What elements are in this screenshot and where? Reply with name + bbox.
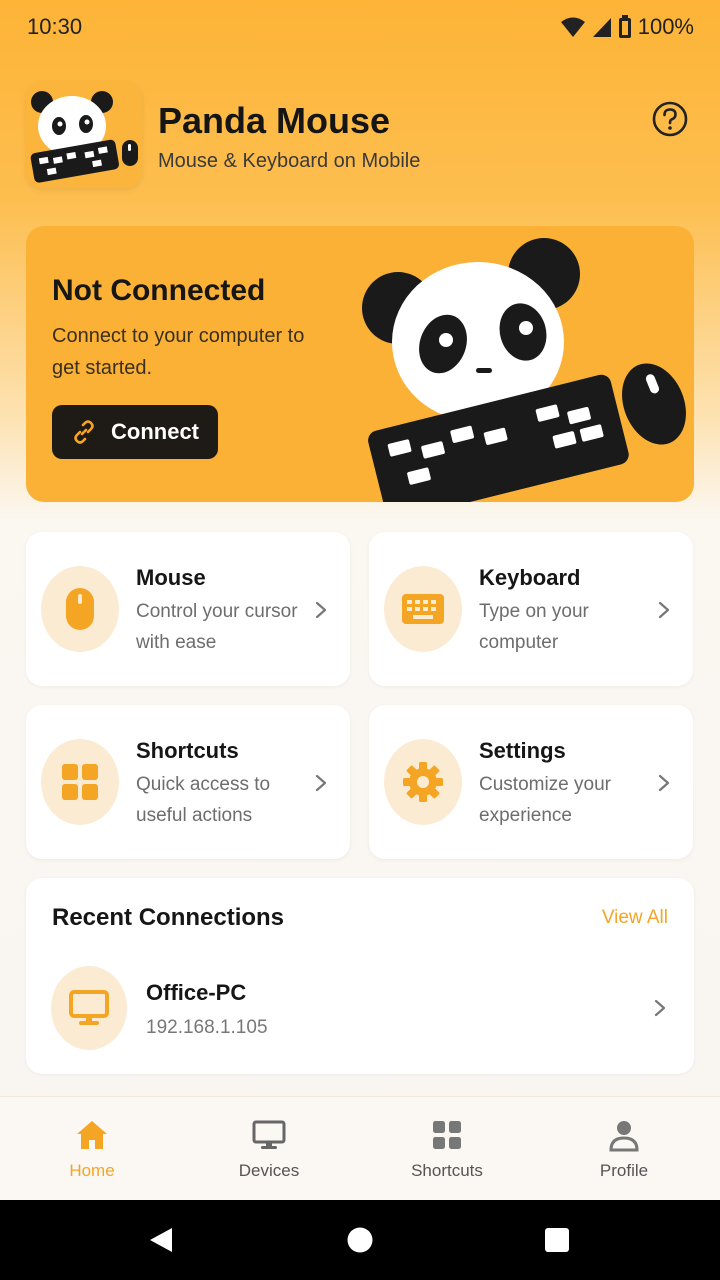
chevron-right-icon [315, 601, 327, 619]
mouse-card-title: Mouse [136, 565, 206, 590]
settings-card-desc: Customize your experience [479, 774, 611, 826]
nav-shortcuts[interactable]: Shortcuts [357, 1097, 537, 1201]
device-name: Office-PC [146, 980, 247, 1005]
nav-profile-label: Profile [599, 1161, 649, 1180]
app-title: Panda Mouse [158, 100, 391, 141]
keyboard-icon [402, 594, 444, 624]
monitor-icon [69, 990, 109, 1025]
profile-icon [609, 1121, 639, 1152]
chevron-right-icon [658, 601, 670, 619]
grid-icon [62, 764, 98, 800]
mouse-icon [66, 588, 94, 630]
bottom-nav: Home Devices Shortcuts Profile [0, 1096, 720, 1201]
nav-devices[interactable]: Devices [179, 1097, 359, 1201]
status-time: 10:30 [27, 14, 83, 39]
keyboard-card-desc: Type on your computer [479, 601, 589, 653]
app-subtitle: Mouse & Keyboard on Mobile [158, 150, 421, 172]
link-icon [74, 420, 94, 444]
nav-home-label: Home [69, 1161, 115, 1180]
shortcuts-card-title: Shortcuts [136, 738, 239, 763]
shortcuts-card-desc: Quick access to useful actions [136, 774, 271, 826]
signal-icon [592, 18, 611, 37]
home-circle-icon[interactable] [347, 1227, 373, 1253]
keyboard-card[interactable]: Keyboard Type on your computer [369, 532, 693, 686]
nav-shortcuts-label: Shortcuts [411, 1161, 483, 1180]
gear-icon [403, 762, 443, 802]
battery-percent: 100% [637, 14, 694, 39]
chevron-right-icon [654, 999, 666, 1017]
status-icons: 100% [560, 14, 694, 40]
home-icon [77, 1121, 107, 1149]
chevron-right-icon [658, 774, 670, 792]
battery-icon [618, 15, 631, 38]
view-all-link[interactable]: View All [602, 907, 668, 929]
nav-home[interactable]: Home [2, 1097, 182, 1201]
keyboard-card-title: Keyboard [479, 565, 581, 590]
chevron-right-icon [315, 774, 327, 792]
back-icon[interactable] [148, 1226, 174, 1254]
connection-status-card: Not Connected Connect to your computer t… [26, 226, 694, 502]
panda-illustration [362, 238, 686, 502]
mouse-card-desc: Control your cursor with ease [136, 601, 298, 653]
connect-button[interactable]: Connect [52, 405, 218, 459]
nav-profile[interactable]: Profile [534, 1097, 714, 1201]
settings-card[interactable]: Settings Customize your experience [369, 705, 693, 859]
device-ip: 192.168.1.105 [146, 1017, 268, 1038]
nav-devices-label: Devices [238, 1161, 300, 1180]
grid-icon [433, 1121, 461, 1149]
connection-status-title: Not Connected [52, 274, 266, 307]
monitor-icon [252, 1120, 286, 1149]
connect-label: Connect [111, 419, 199, 444]
recents-icon[interactable] [544, 1227, 570, 1253]
recent-connections-card: Recent Connections View All Office-PC 19… [26, 878, 694, 1074]
connection-status-text: Connect to your computer to get started. [52, 325, 305, 379]
shortcuts-card[interactable]: Shortcuts Quick access to useful actions [26, 705, 350, 859]
app-logo [26, 82, 142, 188]
mouse-card[interactable]: Mouse Control your cursor with ease [26, 532, 350, 686]
help-icon[interactable] [651, 100, 689, 138]
settings-card-title: Settings [479, 738, 566, 763]
recent-connections-title: Recent Connections [52, 904, 285, 931]
wifi-icon [560, 17, 585, 37]
system-nav-bar [0, 1200, 720, 1280]
